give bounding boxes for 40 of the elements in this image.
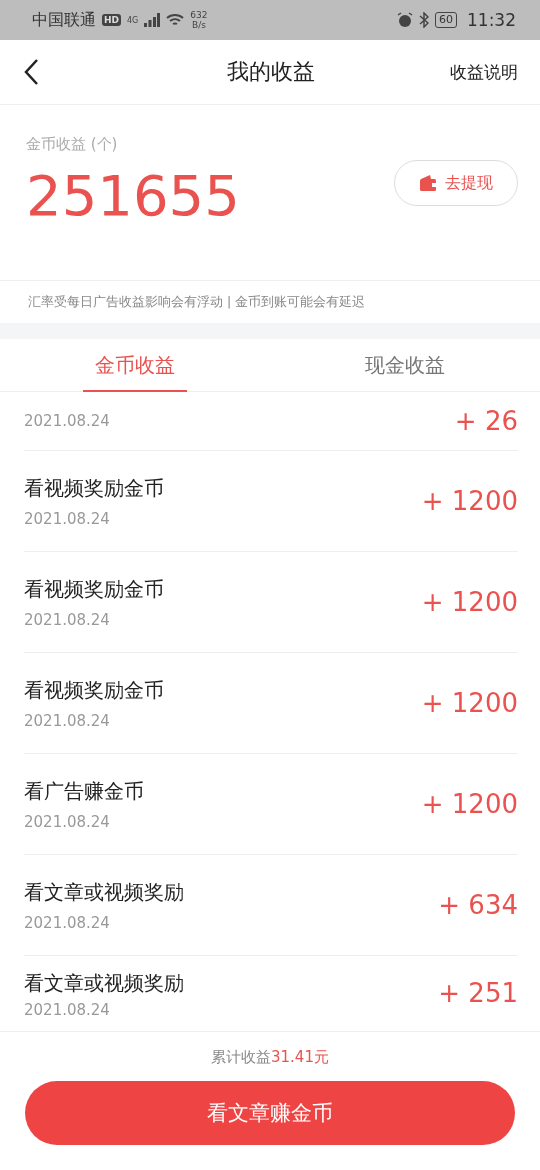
hd-badge: HD: [102, 14, 121, 26]
record-amount: + 251: [438, 978, 518, 1008]
coin-earnings-label: 金币收益 (个): [26, 135, 118, 154]
record-title: 看视频奖励金币: [24, 575, 164, 603]
battery-level: 60: [435, 12, 457, 28]
record-date: 2021.08.24: [24, 610, 111, 629]
record-amount: + 634: [438, 890, 518, 920]
withdraw-button[interactable]: 去提现: [394, 160, 518, 206]
clock-time: 11:32: [467, 10, 516, 30]
record-date: 2021.08.24: [24, 913, 111, 932]
coin-balance: 251655: [26, 164, 240, 228]
record-amount: + 26: [454, 406, 518, 436]
record-amount: + 1200: [421, 789, 518, 819]
total-earnings: 累计收益31.41元: [211, 1048, 329, 1067]
wifi-icon: [166, 13, 185, 27]
record-amount: + 1200: [421, 688, 518, 718]
record-title: 看文章或视频奖励: [24, 878, 184, 906]
carrier-name: 中国联通: [32, 9, 96, 31]
page-title: 我的收益: [226, 58, 316, 86]
earnings-info-link[interactable]: 收益说明: [450, 60, 518, 84]
bluetooth-icon: [419, 12, 429, 28]
record-amount: + 1200: [421, 486, 518, 516]
record-date: 2021.08.24: [24, 412, 110, 430]
record-title: 看文章或视频奖励: [24, 970, 184, 997]
network-type: 4G: [127, 15, 139, 25]
record-date: 2021.08.24: [24, 812, 111, 831]
alarm-icon: [397, 12, 413, 28]
signal-icon: [144, 13, 161, 27]
wallet-icon: [419, 174, 437, 192]
record-amount: + 1200: [421, 587, 518, 617]
record-date: 2021.08.24: [24, 1001, 111, 1019]
speed-value: 632: [190, 10, 208, 20]
read-articles-button[interactable]: 看文章赚金币: [25, 1081, 515, 1145]
record-date: 2021.08.24: [24, 509, 111, 528]
record-date: 2021.08.24: [24, 711, 111, 730]
record-title: 看视频奖励金币: [24, 676, 164, 704]
speed-unit: B/s: [191, 20, 206, 30]
record-title: 看广告赚金币: [24, 777, 144, 805]
exchange-notice: 汇率受每日广告收益影响会有浮动 | 金币到账可能会有延迟: [27, 292, 367, 311]
record-title: 看视频奖励金币: [24, 474, 164, 502]
